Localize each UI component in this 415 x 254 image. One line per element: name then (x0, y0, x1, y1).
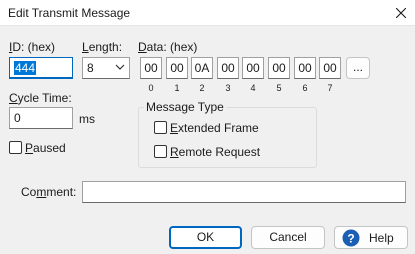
remote-request-label: Remote Request (170, 145, 261, 159)
data-byte-6[interactable]: 00 (294, 57, 316, 79)
data-byte-1[interactable]: 00 (166, 57, 188, 79)
cancel-button[interactable]: Cancel (251, 226, 325, 249)
comment-label: Comment: (21, 185, 77, 199)
title-bar: Edit Transmit Message (0, 0, 415, 26)
help-label: Help (369, 231, 394, 245)
cycle-time-unit: ms (79, 112, 95, 126)
comment-input[interactable] (82, 181, 406, 203)
byte-index-3: 3 (225, 83, 231, 93)
paused-checkbox[interactable] (9, 141, 22, 154)
data-label: Data: (hex) (138, 40, 198, 54)
svg-text:?: ? (347, 231, 354, 245)
close-button[interactable] (387, 0, 415, 26)
remote-request-checkbox[interactable] (154, 145, 167, 158)
data-byte-0[interactable]: 00 (140, 57, 162, 79)
length-label: Length: (82, 40, 123, 54)
data-byte-4[interactable]: 00 (242, 57, 264, 79)
extended-frame-checkbox[interactable] (154, 121, 167, 134)
byte-index-4: 4 (250, 83, 256, 93)
byte-index-1: 1 (174, 83, 180, 93)
id-label: ID: (hex) (9, 40, 56, 54)
byte-index-5: 5 (276, 83, 282, 93)
chevron-down-icon (115, 64, 125, 70)
help-button[interactable]: ? Help (334, 226, 408, 249)
close-icon (396, 8, 406, 18)
data-byte-7[interactable]: 00 (319, 57, 341, 79)
byte-index-2: 2 (199, 83, 205, 93)
cycle-time-input[interactable]: 0 (9, 107, 73, 129)
help-icon: ? (342, 229, 360, 247)
paused-label: Paused (25, 141, 66, 155)
data-byte-2[interactable]: 0A (191, 57, 213, 79)
byte-index-7: 7 (327, 83, 333, 93)
more-data-button[interactable]: ... (346, 57, 370, 79)
data-byte-5[interactable]: 00 (268, 57, 290, 79)
cycle-time-label: Cycle Time: (9, 91, 72, 105)
id-input[interactable]: 444 (9, 57, 73, 79)
extended-frame-label: Extended Frame (170, 121, 259, 135)
byte-index-0: 0 (148, 83, 154, 93)
length-value: 8 (87, 61, 94, 75)
message-type-title: Message Type (144, 100, 226, 114)
window-title: Edit Transmit Message (8, 6, 131, 20)
data-byte-3[interactable]: 00 (217, 57, 239, 79)
byte-index-6: 6 (302, 83, 308, 93)
length-select[interactable]: 8 (82, 57, 130, 79)
ok-button[interactable]: OK (169, 226, 242, 249)
